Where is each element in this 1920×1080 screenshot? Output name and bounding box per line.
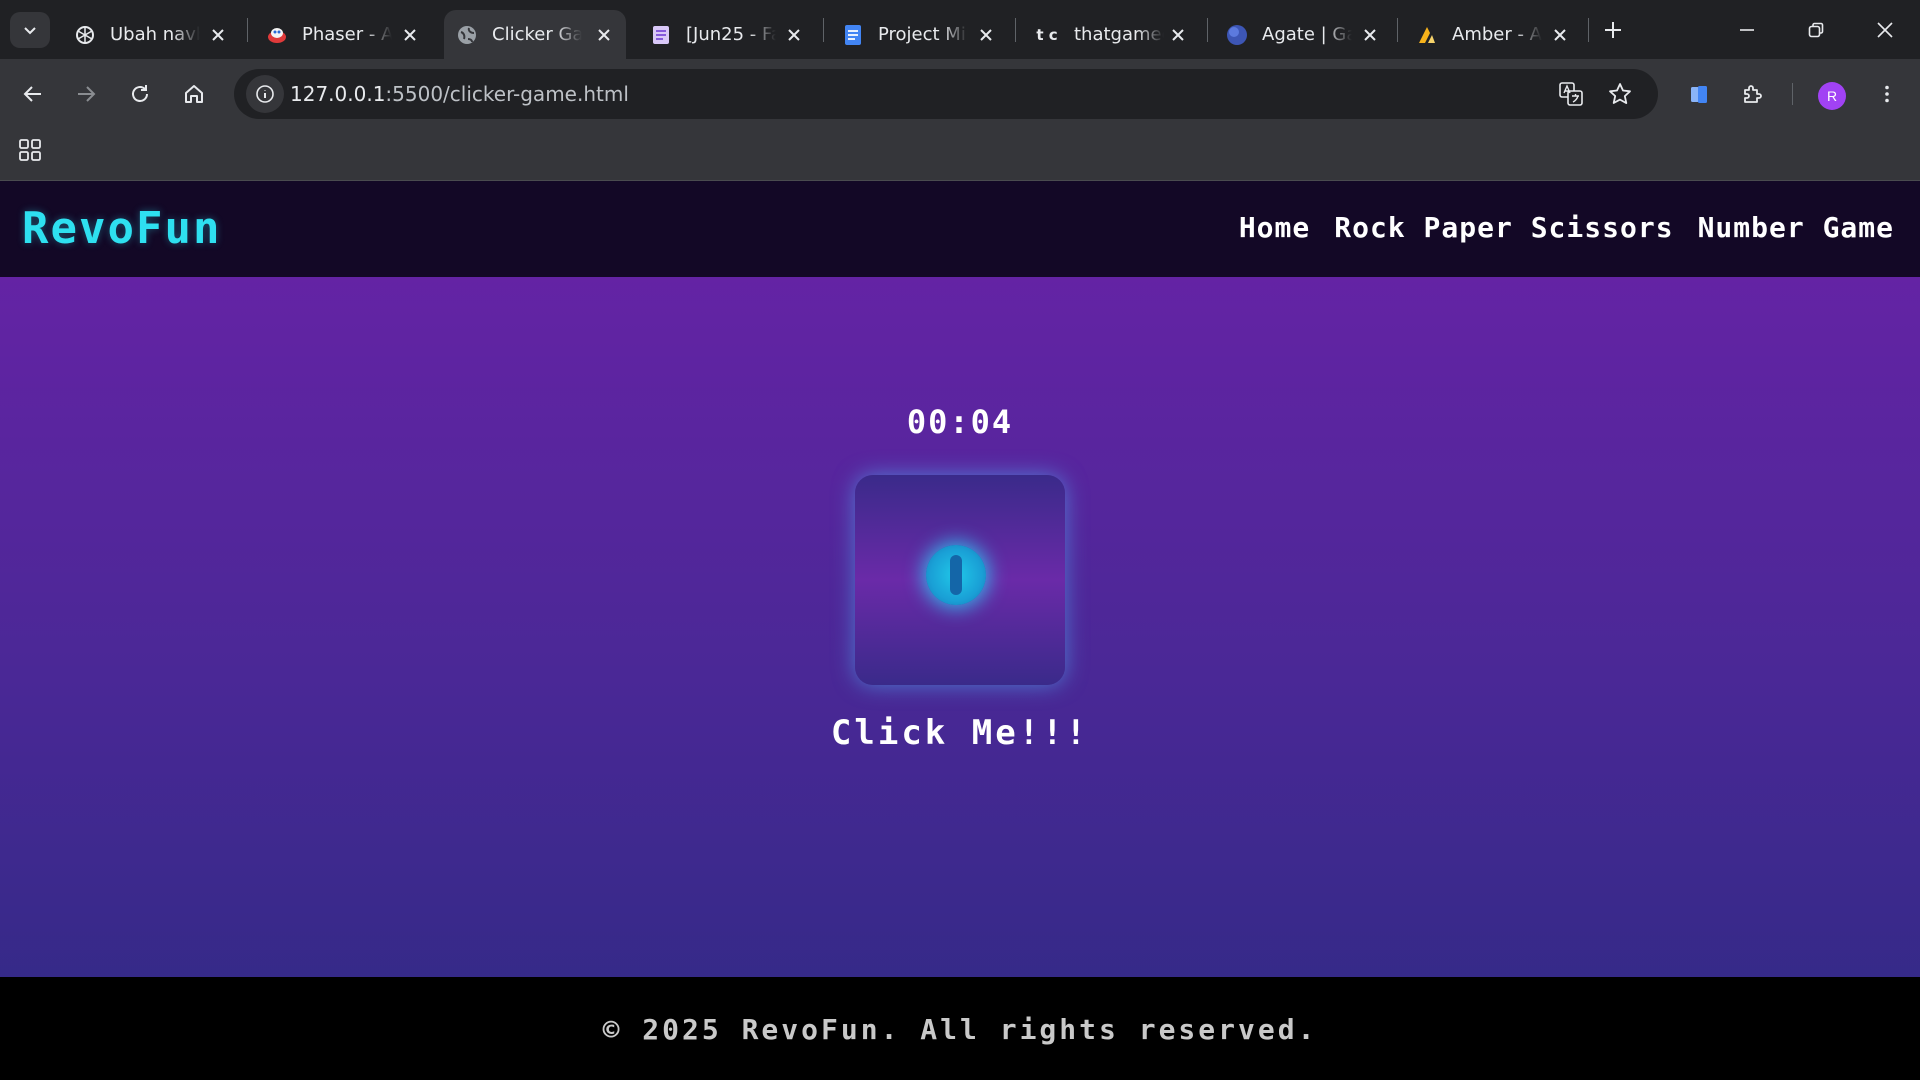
bookmark-star-button[interactable] [1603, 77, 1637, 111]
close-tab-icon[interactable] [400, 25, 420, 45]
restore-button[interactable] [1799, 14, 1833, 46]
reload-button[interactable] [121, 75, 159, 113]
clicker-target-button[interactable] [855, 475, 1065, 685]
tab-divider [823, 18, 824, 42]
profile-avatar[interactable]: R [1818, 82, 1846, 110]
site-navbar: RevoFun Home Rock Paper Scissors Number … [0, 181, 1920, 277]
tab-title: Amber - A [1452, 24, 1542, 45]
tab-search-button[interactable] [10, 12, 50, 48]
close-icon [1877, 22, 1893, 38]
agate-icon [1226, 24, 1248, 46]
url-path: :5500/clicker-game.html [385, 82, 629, 106]
close-tab-icon[interactable] [976, 25, 996, 45]
url-text[interactable]: 127.0.0.1:5500/clicker-game.html [290, 82, 629, 106]
nav-link-number-game[interactable]: Number Game [1698, 211, 1894, 244]
chevron-down-icon [24, 27, 36, 35]
tab-divider [1015, 18, 1016, 42]
bookmarks-bar [0, 129, 1920, 181]
nav-links: Home Rock Paper Scissors Number Game [1239, 211, 1894, 244]
forward-button[interactable] [67, 75, 105, 113]
close-tab-icon[interactable] [208, 25, 228, 45]
browser-tab[interactable]: t c thatgamec [1022, 10, 1200, 59]
toolbar-divider [1792, 83, 1793, 105]
browser-tab-strip: Ubah navb Phaser - A Clicker Gar [Jun25 … [0, 0, 1920, 59]
close-tab-icon[interactable] [1360, 25, 1380, 45]
star-icon [1609, 83, 1631, 104]
new-tab-button[interactable] [1598, 15, 1628, 45]
form-icon [650, 24, 672, 46]
tab-divider [1588, 18, 1589, 42]
close-tab-icon[interactable] [1168, 25, 1188, 45]
tab-title: Ubah navb [110, 24, 200, 45]
home-icon [185, 85, 203, 103]
site-info-button[interactable] [246, 75, 284, 113]
click-me-label: Click Me!!! [830, 713, 1090, 753]
site-logo[interactable]: RevoFun [22, 203, 221, 254]
reading-list-icon [1691, 86, 1707, 103]
tab-title: Clicker Gar [492, 24, 582, 45]
page-content: RevoFun Home Rock Paper Scissors Number … [0, 181, 1920, 1080]
tab-divider [247, 18, 248, 42]
menu-button[interactable] [1868, 75, 1906, 113]
openai-icon [74, 24, 96, 46]
info-icon [256, 85, 274, 103]
globe-icon [456, 24, 478, 46]
tab-divider [1397, 18, 1398, 42]
tab-divider [1207, 18, 1208, 42]
browser-tab[interactable]: Agate | Ga [1214, 10, 1392, 59]
minimize-button[interactable] [1730, 14, 1764, 46]
extensions-button[interactable] [1734, 75, 1772, 113]
url-host: 127.0.0.1 [290, 82, 386, 106]
address-bar[interactable]: 127.0.0.1:5500/clicker-game.html [234, 69, 1658, 119]
game-timer: 00:04 [906, 403, 1014, 441]
amber-icon [1416, 24, 1438, 46]
browser-toolbar: 127.0.0.1:5500/clicker-game.html R [0, 59, 1920, 129]
reading-list-button[interactable] [1680, 75, 1718, 113]
close-tab-icon[interactable] [1550, 25, 1570, 45]
minimize-icon [1740, 29, 1754, 31]
translate-button[interactable] [1554, 77, 1588, 111]
browser-tab[interactable]: [Jun25 - Fa [638, 10, 816, 59]
close-tab-icon[interactable] [594, 25, 614, 45]
close-window-button[interactable] [1868, 14, 1902, 46]
puzzle-icon [1744, 85, 1762, 103]
nav-link-rock-paper-scissors[interactable]: Rock Paper Scissors [1334, 211, 1673, 244]
reload-icon [132, 85, 148, 102]
docs-icon [842, 24, 864, 46]
tab-title: Project Mil [878, 24, 968, 45]
browser-tab[interactable]: Project Mil [830, 10, 1008, 59]
browser-tab[interactable]: Ubah navb [62, 10, 240, 59]
coin-icon [926, 545, 986, 605]
restore-icon [1808, 22, 1824, 38]
tab-title: Phaser - A [302, 24, 392, 45]
back-arrow-icon [23, 86, 41, 102]
plus-icon [1605, 22, 1621, 38]
tab-title: Agate | Ga [1262, 24, 1352, 45]
phaser-icon [266, 24, 288, 46]
home-button[interactable] [175, 75, 213, 113]
site-footer: © 2025 RevoFun. All rights reserved. [0, 977, 1920, 1080]
forward-arrow-icon [78, 86, 96, 102]
tab-title: [Jun25 - Fa [686, 24, 776, 45]
browser-tab[interactable]: Amber - A [1404, 10, 1582, 59]
footer-copyright: © 2025 RevoFun. All rights reserved. [602, 1013, 1318, 1046]
translate-icon [1559, 82, 1583, 106]
back-button[interactable] [14, 75, 52, 113]
tab-title: thatgamec [1074, 24, 1164, 45]
tc-icon: t c [1036, 25, 1058, 44]
browser-tab[interactable]: Phaser - A [254, 10, 432, 59]
close-tab-icon[interactable] [784, 25, 804, 45]
nav-link-home[interactable]: Home [1239, 211, 1310, 244]
apps-grid-icon[interactable] [16, 136, 44, 164]
browser-tab-active[interactable]: Clicker Gar [444, 10, 626, 59]
more-vert-icon [1885, 85, 1889, 103]
